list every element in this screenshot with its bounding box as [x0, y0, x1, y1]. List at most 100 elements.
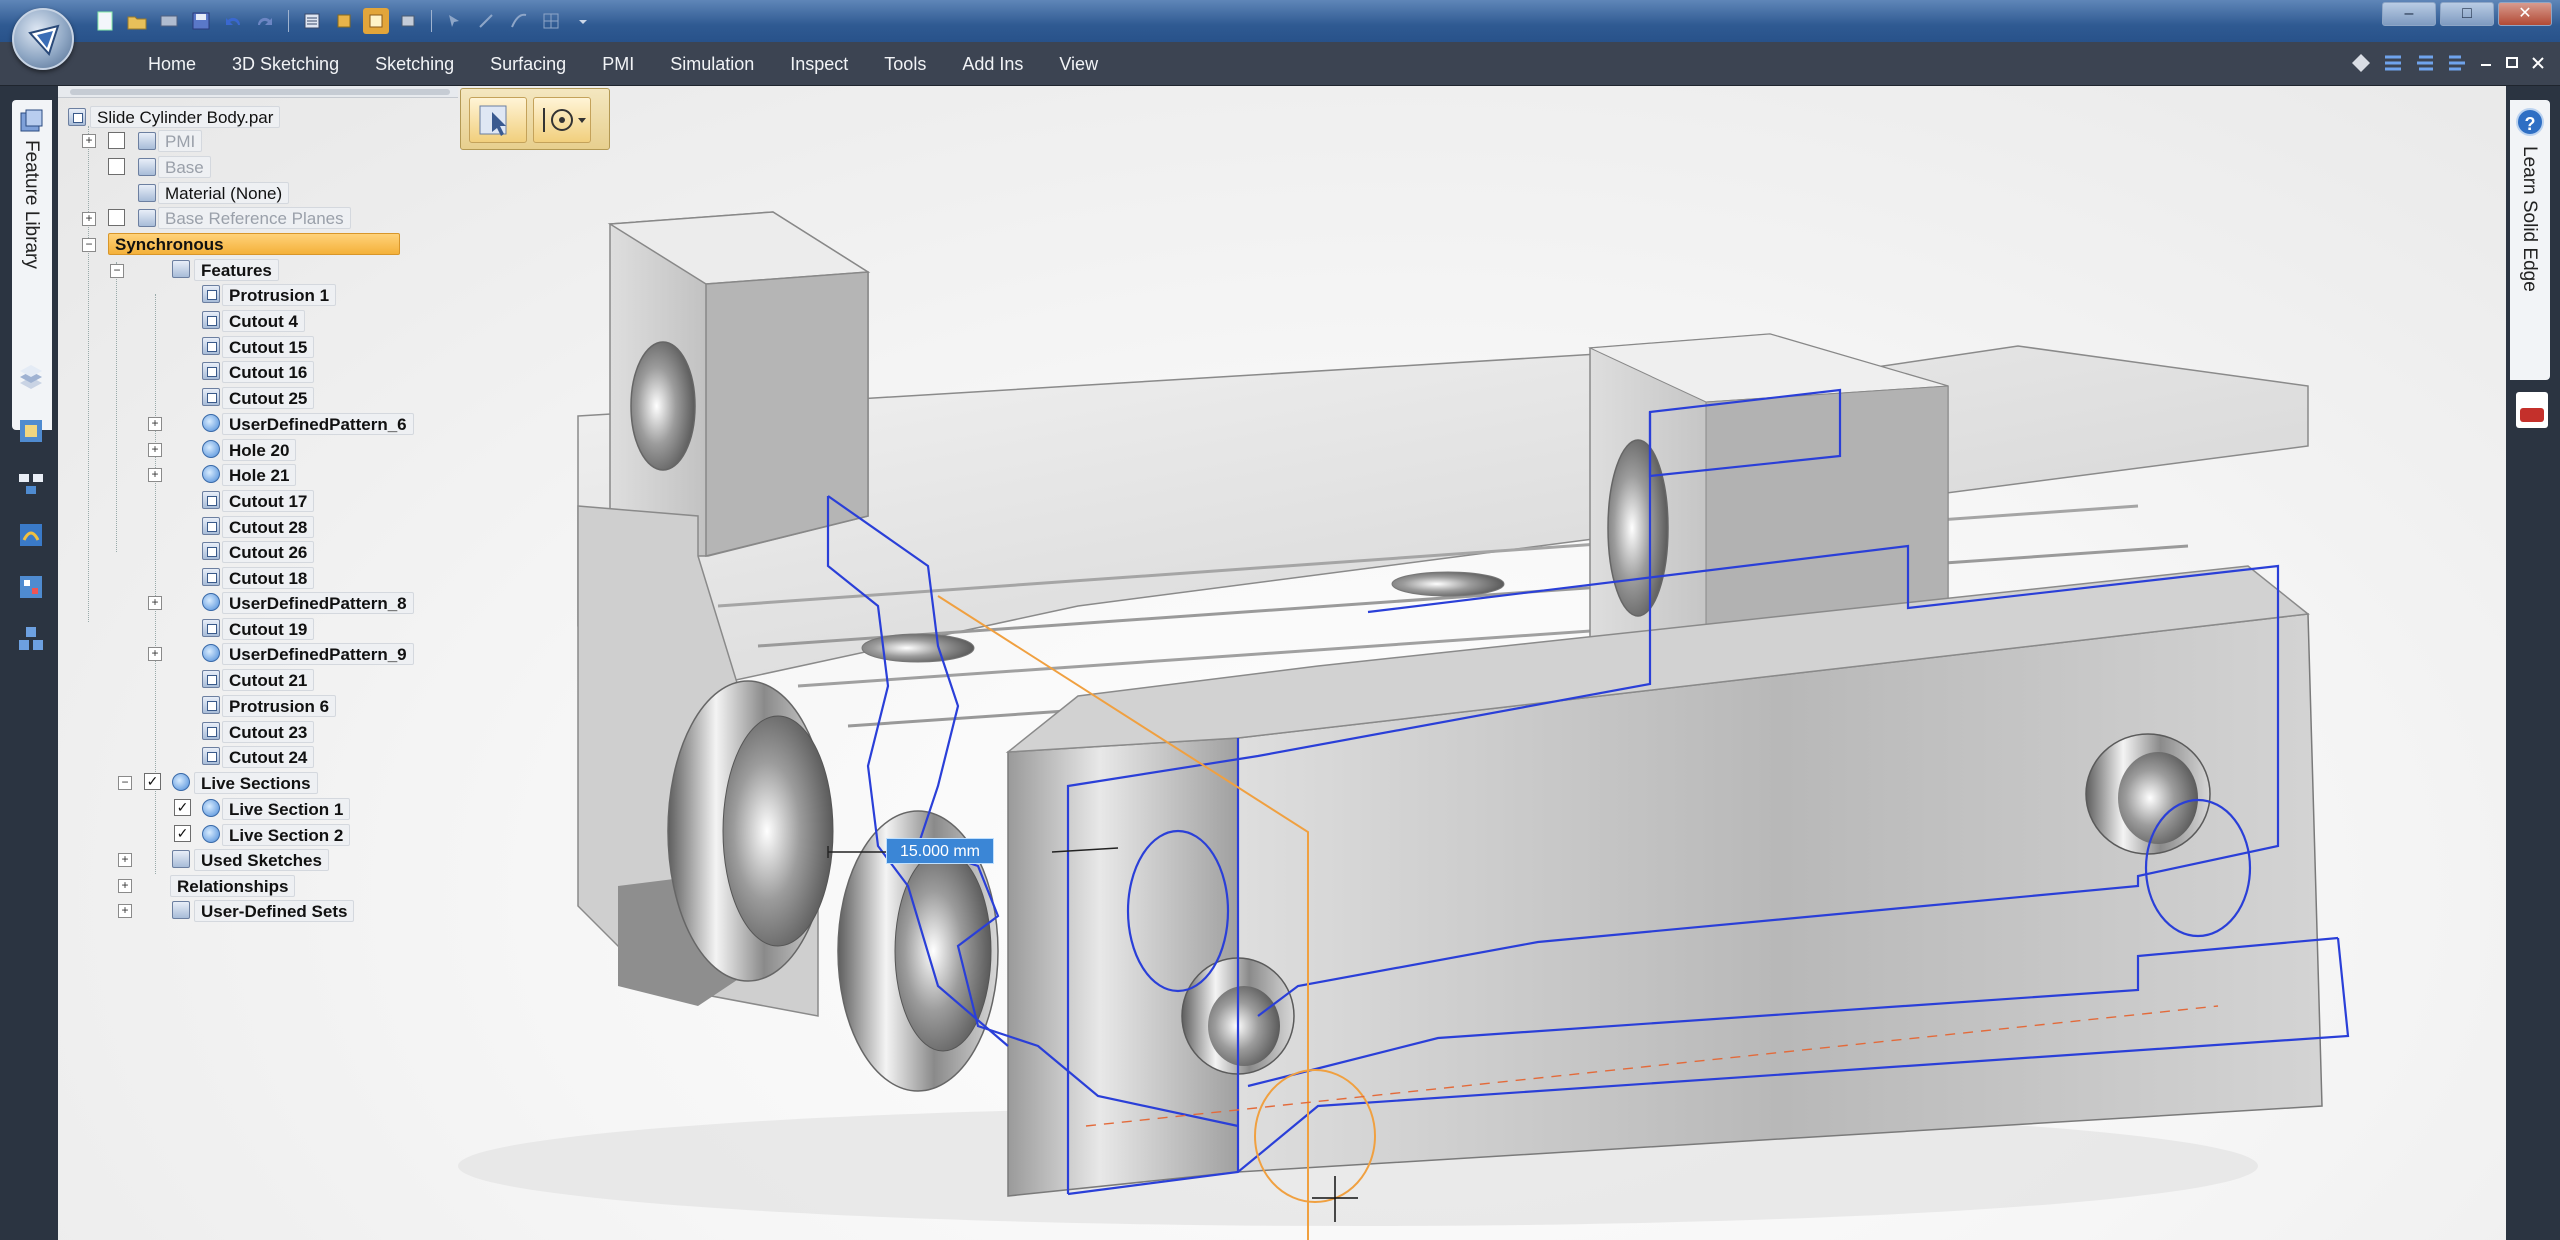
tree-item-feature[interactable]: Hole 20 [222, 439, 297, 461]
tree-item-live-sections[interactable]: Live Sections [194, 772, 318, 794]
tree-item-material[interactable]: Material (None) [158, 182, 290, 204]
expand-relationships-icon[interactable]: + [118, 879, 132, 893]
tree-item-feature[interactable]: Hole 21 [222, 464, 297, 486]
curve-icon[interactable] [506, 8, 532, 34]
tree-item-feature[interactable]: UserDefinedPattern_9 [222, 643, 414, 665]
sync-mode-icon[interactable] [363, 8, 389, 34]
window-tile-icon[interactable] [2382, 52, 2404, 74]
help-icon[interactable]: ? [2516, 108, 2544, 136]
tab-surfacing[interactable]: Surfacing [472, 42, 584, 86]
tab-pmi[interactable]: PMI [584, 42, 652, 86]
tree-item-feature[interactable]: Cutout 17 [222, 490, 315, 512]
live-sections-checkbox[interactable]: ✓ [144, 773, 161, 790]
expand-pmi-icon[interactable]: + [82, 134, 96, 148]
tab-home[interactable]: Home [130, 42, 214, 86]
expand-planes-icon[interactable]: + [82, 212, 96, 226]
list-icon[interactable] [299, 8, 325, 34]
tab-3d-sketching[interactable]: 3D Sketching [214, 42, 357, 86]
base-checkbox[interactable] [108, 158, 125, 175]
customize-dropdown-icon[interactable] [570, 8, 596, 34]
expand-feature-icon[interactable]: + [148, 417, 162, 431]
pmi-checkbox[interactable] [108, 132, 125, 149]
redo-icon[interactable] [252, 8, 278, 34]
tree-item-live-section-1[interactable]: Live Section 1 [222, 798, 351, 820]
doc-minimize-icon[interactable] [2478, 52, 2494, 74]
tree-item-feature[interactable]: Cutout 15 [222, 336, 315, 358]
tree-item-feature[interactable]: Cutout 26 [222, 541, 315, 563]
part-icon[interactable] [331, 8, 357, 34]
tree-item-feature[interactable]: Cutout 19 [222, 618, 315, 640]
family-icon[interactable] [16, 572, 46, 602]
expand-used-sketches-icon[interactable]: + [118, 853, 132, 867]
diamond-icon[interactable] [2350, 52, 2372, 74]
tab-simulation[interactable]: Simulation [652, 42, 772, 86]
layers-icon[interactable] [16, 363, 46, 393]
ordered-mode-icon[interactable] [395, 8, 421, 34]
live-section-1-checkbox[interactable]: ✓ [174, 799, 191, 816]
doc-restore-icon[interactable] [2504, 52, 2520, 74]
tools-icon[interactable] [156, 8, 182, 34]
sketch-icon[interactable] [474, 8, 500, 34]
3d-viewport[interactable] [58, 86, 2506, 1240]
tree-item-feature[interactable]: Protrusion 6 [222, 695, 337, 717]
tree-item-feature[interactable]: Cutout 23 [222, 721, 315, 743]
undo-icon[interactable] [220, 8, 246, 34]
tab-add-ins[interactable]: Add Ins [944, 42, 1041, 86]
minimize-window-button[interactable]: – [2382, 2, 2436, 26]
expand-feature-icon[interactable]: + [148, 468, 162, 482]
select-mode-button[interactable] [469, 97, 527, 143]
tab-sketching[interactable]: Sketching [357, 42, 472, 86]
tree-item-pmi[interactable]: PMI [158, 130, 203, 152]
new-file-icon[interactable] [92, 8, 118, 34]
application-button[interactable] [12, 8, 74, 70]
tree-item-feature[interactable]: Cutout 24 [222, 746, 315, 768]
dimension-value-label[interactable]: 15.000 mm [886, 838, 994, 864]
tree-item-synchronous[interactable]: Synchronous [108, 233, 400, 255]
grid-icon[interactable] [538, 8, 564, 34]
restore-window-button[interactable]: □ [2440, 2, 2494, 26]
tree-item-feature[interactable]: Cutout 21 [222, 669, 315, 691]
expand-user-defined-sets-icon[interactable]: + [118, 904, 132, 918]
open-file-icon[interactable] [124, 8, 150, 34]
tree-item-feature[interactable]: Cutout 25 [222, 387, 315, 409]
pathfinder-scroll-thumb[interactable] [70, 89, 450, 95]
tree-item-feature[interactable]: UserDefinedPattern_6 [222, 413, 414, 435]
tree-item-live-section-2[interactable]: Live Section 2 [222, 824, 351, 846]
tree-item-relationships[interactable]: Relationships [170, 875, 296, 897]
expand-feature-icon[interactable]: + [148, 443, 162, 457]
tree-item-user-defined-sets[interactable]: User-Defined Sets [194, 900, 355, 922]
live-section-2-checkbox[interactable]: ✓ [174, 825, 191, 842]
tree-item-base[interactable]: Base [158, 156, 211, 178]
layout-icon[interactable] [16, 624, 46, 654]
tree-item-feature[interactable]: Cutout 18 [222, 567, 315, 589]
tree-item-used-sketches[interactable]: Used Sketches [194, 849, 329, 871]
tree-item-feature[interactable]: Cutout 4 [222, 310, 305, 332]
hole-tool-button[interactable] [533, 97, 591, 143]
tree-item-feature[interactable]: Protrusion 1 [222, 284, 337, 306]
expand-feature-icon[interactable]: + [148, 647, 162, 661]
select-icon[interactable] [442, 8, 468, 34]
tab-tools[interactable]: Tools [866, 42, 944, 86]
tree-item-base-reference-planes[interactable]: Base Reference Planes [158, 207, 351, 229]
tab-inspect[interactable]: Inspect [772, 42, 866, 86]
collapse-features-icon[interactable]: − [110, 264, 124, 278]
tree-item-feature[interactable]: Cutout 28 [222, 516, 315, 538]
favorites-icon[interactable] [16, 520, 46, 550]
youtube-icon[interactable] [2516, 392, 2548, 428]
close-window-button[interactable]: ✕ [2498, 2, 2552, 26]
planes-checkbox[interactable] [108, 209, 125, 226]
collapse-live-sections-icon[interactable]: − [118, 776, 132, 790]
tree-item-features[interactable]: Features [194, 259, 279, 281]
tree-item-feature[interactable]: UserDefinedPattern_8 [222, 592, 414, 614]
doc-close-icon[interactable] [2530, 52, 2546, 74]
assembly-icon[interactable] [16, 468, 46, 498]
collapse-synchronous-icon[interactable]: − [82, 238, 96, 252]
sensors-icon[interactable] [16, 416, 46, 446]
tab-view[interactable]: View [1041, 42, 1116, 86]
cad-model[interactable] [58, 86, 2506, 1240]
expand-feature-icon[interactable]: + [148, 596, 162, 610]
window-cascade-icon[interactable] [2414, 52, 2436, 74]
tree-item-feature[interactable]: Cutout 16 [222, 361, 315, 383]
tree-root-label[interactable]: Slide Cylinder Body.par [90, 106, 281, 128]
learn-solid-edge-tab[interactable]: ? Learn Solid Edge [2510, 100, 2550, 380]
